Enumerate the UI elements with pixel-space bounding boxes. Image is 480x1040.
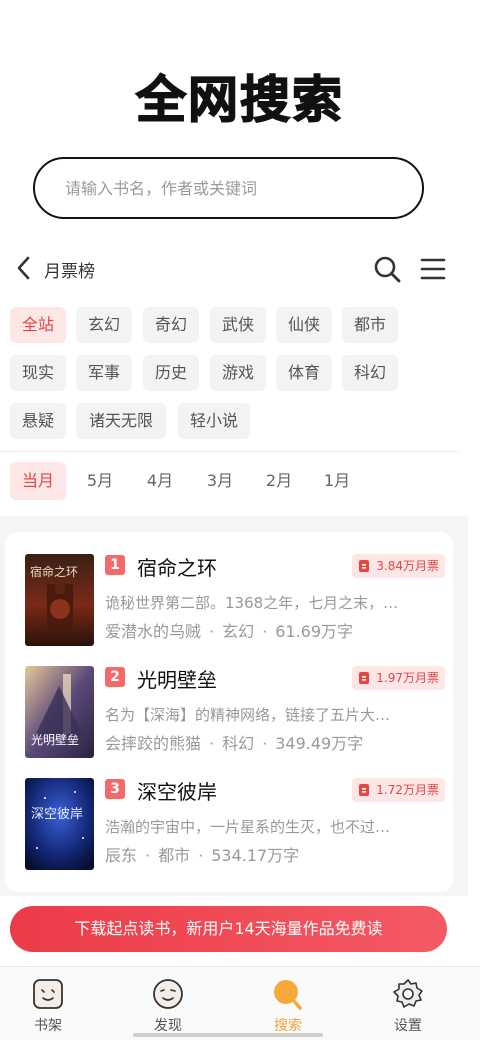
book-item[interactable]: 宿命之环 1 宿命之环 3.84万月票 诡秘世界第二部。1368之年，七月之末，…	[25, 554, 445, 646]
search-bar[interactable]	[33, 157, 424, 219]
meta-separator: ·	[209, 622, 215, 641]
book-cover[interactable]: 光明壁垒	[25, 666, 94, 758]
month-tab[interactable]: 1月	[313, 462, 361, 500]
month-tab[interactable]: 2月	[255, 462, 303, 500]
month-filter: 当月 5月 4月 3月 2月 1月	[0, 462, 480, 500]
book-cover[interactable]: 深空彼岸	[25, 778, 94, 870]
book-item[interactable]: 深空彼岸 3 深空彼岸 1.72万月票 浩瀚的宇宙中，一片星系的生灭，也不过… …	[25, 778, 445, 870]
vote-count-badge: 3.84万月票	[352, 554, 445, 578]
ticket-icon	[352, 778, 376, 802]
cover-title: 深空彼岸	[31, 807, 83, 822]
page-header: 全网搜索	[0, 60, 480, 132]
book-meta: 会摔跤的熊猫 · 科幻 · 349.49万字	[105, 730, 363, 754]
category-chip[interactable]: 诸天无限	[76, 403, 166, 439]
book-author[interactable]: 会摔跤的熊猫	[105, 734, 201, 753]
book-cover[interactable]: 宿命之环	[25, 554, 94, 646]
category-chip[interactable]: 都市	[342, 307, 398, 343]
rank-badge: 1	[105, 555, 125, 575]
book-word-count: 349.49万字	[275, 734, 364, 753]
tab-label: 书架	[34, 1018, 62, 1034]
book-genre: 都市	[158, 846, 191, 865]
search-tab-icon	[274, 980, 302, 1010]
discover-icon	[153, 979, 183, 1009]
category-chip[interactable]: 游戏	[210, 355, 266, 391]
book-meta: 爱潜水的乌贼 · 玄幻 · 61.69万字	[105, 618, 353, 642]
book-author[interactable]: 辰东	[105, 846, 137, 865]
bottom-tab-bar: 书架 发现 搜索 设置	[0, 966, 480, 1040]
book-description: 名为【深海】的精神网络，链接了五片大…	[105, 706, 391, 724]
bookshelf-icon	[33, 979, 63, 1009]
book-word-count: 61.69万字	[275, 622, 354, 641]
category-chip[interactable]: 历史	[143, 355, 199, 391]
tab-label: 设置	[394, 1018, 422, 1034]
cover-title: 宿命之环	[30, 564, 78, 579]
category-chip[interactable]: 科幻	[342, 355, 398, 391]
category-chip[interactable]: 悬疑	[10, 403, 66, 439]
category-chip[interactable]: 武侠	[210, 307, 266, 343]
category-chip[interactable]: 军事	[76, 355, 132, 391]
book-title[interactable]: 光明壁垒	[137, 664, 217, 693]
cover-title: 光明壁垒	[31, 732, 79, 747]
category-chip[interactable]: 现实	[10, 355, 66, 391]
book-genre: 科幻	[222, 734, 255, 753]
ranking-header: 月票榜	[0, 250, 480, 286]
category-chip[interactable]: 轻小说	[178, 403, 250, 439]
book-item[interactable]: 光明壁垒 2 光明壁垒 1.97万月票 名为【深海】的精神网络，链接了五片大… …	[25, 666, 445, 758]
category-chip[interactable]: 玄幻	[76, 307, 132, 343]
menu-icon[interactable]	[419, 255, 447, 283]
ticket-icon	[352, 554, 376, 578]
book-genre: 玄幻	[222, 622, 255, 641]
gear-icon	[393, 979, 423, 1008]
vote-count-badge: 1.97万月票	[352, 666, 445, 690]
ranking-title: 月票榜	[44, 262, 95, 282]
month-tab[interactable]: 5月	[76, 462, 124, 500]
vote-count: 1.97万月票	[376, 671, 439, 685]
page-title: 全网搜索	[135, 70, 344, 130]
tab-search[interactable]: 搜索	[256, 977, 320, 1035]
tab-label: 搜索	[274, 1018, 302, 1034]
rank-badge: 3	[105, 779, 125, 799]
month-tab[interactable]: 3月	[196, 462, 244, 500]
download-app-banner[interactable]: 下载起点读书，新用户14天海量作品免费读	[10, 906, 447, 952]
book-description: 浩瀚的宇宙中，一片星系的生灭，也不过…	[105, 818, 391, 836]
book-title[interactable]: 深空彼岸	[137, 776, 217, 805]
ticket-icon	[352, 666, 376, 690]
category-chip[interactable]: 奇幻	[143, 307, 199, 343]
vote-count-badge: 1.72万月票	[352, 778, 445, 802]
back-arrow-icon[interactable]	[12, 254, 36, 282]
book-list: 宿命之环 1 宿命之环 3.84万月票 诡秘世界第二部。1368之年，七月之末，…	[5, 532, 453, 892]
meta-separator: ·	[145, 846, 151, 865]
home-indicator	[133, 1033, 323, 1037]
book-description: 诡秘世界第二部。1368之年，七月之末，…	[105, 594, 399, 612]
month-tab[interactable]: 4月	[136, 462, 184, 500]
meta-separator: ·	[198, 846, 204, 865]
divider	[0, 451, 458, 452]
tab-bookshelf[interactable]: 书架	[16, 977, 80, 1035]
book-title[interactable]: 宿命之环	[137, 552, 217, 581]
month-tab-current[interactable]: 当月	[10, 462, 66, 500]
meta-separator: ·	[209, 734, 215, 753]
vote-count: 1.72万月票	[376, 783, 439, 797]
category-chip[interactable]: 体育	[276, 355, 332, 391]
search-icon[interactable]	[372, 254, 402, 284]
book-author[interactable]: 爱潜水的乌贼	[105, 622, 201, 641]
category-chip[interactable]: 仙侠	[276, 307, 332, 343]
meta-separator: ·	[262, 734, 268, 753]
rank-badge: 2	[105, 667, 125, 687]
vote-count: 3.84万月票	[376, 559, 439, 573]
search-input[interactable]	[65, 178, 422, 198]
tab-discover[interactable]: 发现	[136, 977, 200, 1035]
book-word-count: 534.17万字	[211, 846, 300, 865]
meta-separator: ·	[262, 622, 268, 641]
tab-label: 发现	[154, 1018, 182, 1034]
tab-settings[interactable]: 设置	[376, 977, 440, 1035]
category-chip-all[interactable]: 全站	[10, 307, 66, 343]
book-meta: 辰东 · 都市 · 534.17万字	[105, 842, 299, 866]
